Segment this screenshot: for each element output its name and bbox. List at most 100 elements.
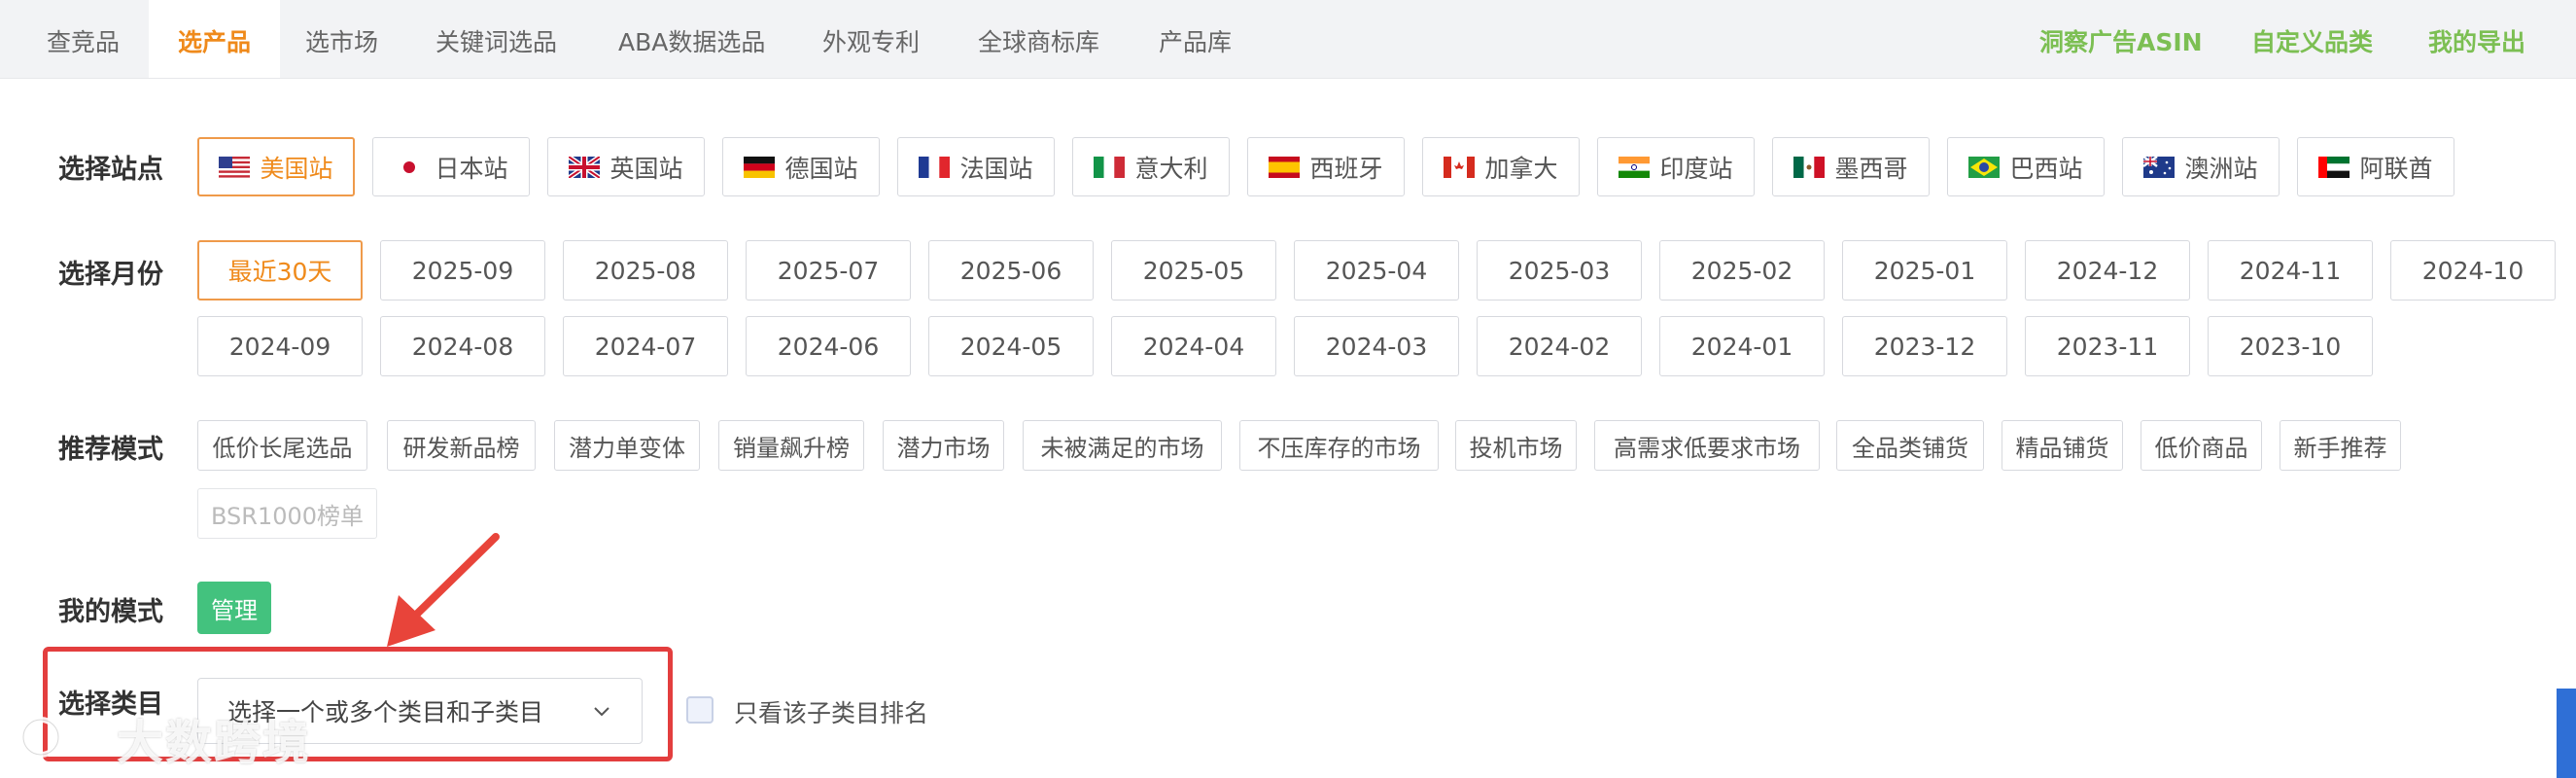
mode-option-speculative-market[interactable]: 投机市场 <box>1455 420 1577 471</box>
month-option[interactable]: 2024-03 <box>1294 316 1459 376</box>
site-option-it[interactable]: 意大利 <box>1072 137 1230 196</box>
tab-global-trademark[interactable]: 全球商标库 <box>978 0 1099 78</box>
subcategory-rank-checkbox[interactable] <box>686 696 714 724</box>
mode-option-high-demand-low-requirement[interactable]: 高需求低要求市场 <box>1594 420 1820 471</box>
mode-option-boutique[interactable]: 精品铺货 <box>2002 420 2123 471</box>
site-option-label: 墨西哥 <box>1834 154 1908 183</box>
us-flag-icon <box>219 156 251 178</box>
tab-design-patent[interactable]: 外观专利 <box>822 0 920 78</box>
site-option-label: 巴西站 <box>2009 154 2083 183</box>
site-option-label: 澳洲站 <box>2184 154 2258 183</box>
site-option-label: 阿联酋 <box>2359 154 2433 183</box>
ca-flag-icon <box>1444 156 1476 178</box>
month-option[interactable]: 2025-07 <box>746 240 911 301</box>
month-option[interactable]: 2024-07 <box>563 316 728 376</box>
site-option-label: 意大利 <box>1134 154 1208 183</box>
site-option-label: 印度站 <box>1659 154 1733 183</box>
br-flag-icon <box>1968 156 2001 178</box>
mx-flag-icon <box>1793 156 1826 178</box>
insight-ad-asin-link[interactable]: 洞察广告ASIN <box>2039 0 2203 78</box>
ae-flag-icon <box>2318 156 2350 178</box>
mode-option-all-category[interactable]: 全品类铺货 <box>1836 420 1984 471</box>
mode-option-low-price-goods[interactable]: 低价商品 <box>2141 420 2262 471</box>
my-mode-label: 我的模式 <box>58 597 163 627</box>
uk-flag-icon <box>569 156 601 178</box>
month-option[interactable]: 2025-06 <box>928 240 1094 301</box>
site-option-mx[interactable]: 墨西哥 <box>1772 137 1930 196</box>
month-option[interactable]: 2023-11 <box>2025 316 2190 376</box>
month-option[interactable]: 2025-09 <box>380 240 545 301</box>
site-option-ae[interactable]: 阿联酋 <box>2297 137 2454 196</box>
month-option[interactable]: 2024-01 <box>1659 316 1825 376</box>
chevron-down-icon <box>594 707 609 717</box>
annotation-arrow-icon <box>387 533 500 647</box>
mode-option-unmet-market[interactable]: 未被满足的市场 <box>1023 420 1222 471</box>
month-option[interactable]: 2024-06 <box>746 316 911 376</box>
de-flag-icon <box>744 156 776 178</box>
site-option-in[interactable]: 印度站 <box>1597 137 1755 196</box>
in-flag-icon <box>1619 156 1651 178</box>
tab-keyword-selection[interactable]: 关键词选品 <box>435 0 557 78</box>
mode-option-potential-market[interactable]: 潜力市场 <box>883 420 1004 471</box>
month-option[interactable]: 2024-12 <box>2025 240 2190 301</box>
au-flag-icon <box>2143 156 2176 178</box>
tab-aba-selection[interactable]: ABA数据选品 <box>618 0 765 78</box>
side-widget-edge[interactable] <box>2557 689 2576 778</box>
month-option[interactable]: 2024-10 <box>2390 240 2556 301</box>
site-option-label: 法国站 <box>959 154 1033 183</box>
tab-select-product[interactable]: 选产品 <box>149 0 280 78</box>
month-option-recent-30-days[interactable]: 最近30天 <box>197 240 363 301</box>
site-option-br[interactable]: 巴西站 <box>1947 137 2105 196</box>
manage-button[interactable]: 管理 <box>197 582 271 634</box>
mode-option-low-price-long-tail[interactable]: 低价长尾选品 <box>197 420 367 471</box>
subcategory-rank-label: 只看该子类目排名 <box>734 699 929 727</box>
site-option-au[interactable]: 澳洲站 <box>2122 137 2280 196</box>
tab-competitors[interactable]: 查竞品 <box>47 0 120 78</box>
month-option[interactable]: 2025-03 <box>1477 240 1642 301</box>
site-option-us[interactable]: 美国站 <box>197 137 355 196</box>
watermark-text: 大数跨境 <box>117 716 312 770</box>
site-option-ca[interactable]: 加拿大 <box>1422 137 1580 196</box>
site-option-de[interactable]: 德国站 <box>722 137 880 196</box>
month-option[interactable]: 2024-11 <box>2208 240 2373 301</box>
site-row-label: 选择站点 <box>58 155 163 185</box>
tab-product-library[interactable]: 产品库 <box>1159 0 1232 78</box>
month-option[interactable]: 2024-05 <box>928 316 1094 376</box>
mode-option-bsr1000[interactable]: BSR1000榜单 <box>197 488 377 539</box>
tab-select-market[interactable]: 选市场 <box>305 0 378 78</box>
month-option[interactable]: 2025-04 <box>1294 240 1459 301</box>
month-option[interactable]: 2023-12 <box>1842 316 2007 376</box>
site-option-label: 日本站 <box>435 154 508 183</box>
es-flag-icon <box>1269 156 1301 178</box>
month-option[interactable]: 2023-10 <box>2208 316 2373 376</box>
month-option[interactable]: 2025-08 <box>563 240 728 301</box>
month-option[interactable]: 2024-08 <box>380 316 545 376</box>
mode-option-potential-single-variant[interactable]: 潜力单变体 <box>554 420 700 471</box>
month-option[interactable]: 2025-02 <box>1659 240 1825 301</box>
site-option-label: 西班牙 <box>1309 154 1383 183</box>
site-option-label: 加拿大 <box>1484 154 1558 183</box>
site-option-es[interactable]: 西班牙 <box>1247 137 1405 196</box>
watermark-logo-icon <box>20 717 61 758</box>
month-option[interactable]: 2025-01 <box>1842 240 2007 301</box>
mode-option-new-product-rank[interactable]: 研发新品榜 <box>387 420 536 471</box>
month-option[interactable]: 2024-02 <box>1477 316 1642 376</box>
mode-option-no-stock-market[interactable]: 不压库存的市场 <box>1239 420 1439 471</box>
month-row-label: 选择月份 <box>58 260 163 290</box>
mode-option-beginner[interactable]: 新手推荐 <box>2280 420 2401 471</box>
mode-option-sales-surge[interactable]: 销量飙升榜 <box>718 420 864 471</box>
it-flag-icon <box>1094 156 1126 178</box>
month-option[interactable]: 2024-04 <box>1111 316 1276 376</box>
site-option-label: 德国站 <box>784 154 858 183</box>
month-option[interactable]: 2025-05 <box>1111 240 1276 301</box>
custom-category-link[interactable]: 自定义品类 <box>2251 0 2373 78</box>
mode-row-label: 推荐模式 <box>58 435 163 465</box>
site-option-jp[interactable]: 日本站 <box>372 137 530 196</box>
site-option-uk[interactable]: 英国站 <box>547 137 705 196</box>
jp-flag-icon <box>394 156 426 178</box>
site-option-label: 英国站 <box>609 154 683 183</box>
my-export-link[interactable]: 我的导出 <box>2428 0 2525 78</box>
month-option[interactable]: 2024-09 <box>197 316 363 376</box>
site-option-fr[interactable]: 法国站 <box>897 137 1055 196</box>
top-nav: 查竞品 选产品 选市场 关键词选品 ABA数据选品 外观专利 全球商标库 产品库… <box>0 0 2576 79</box>
